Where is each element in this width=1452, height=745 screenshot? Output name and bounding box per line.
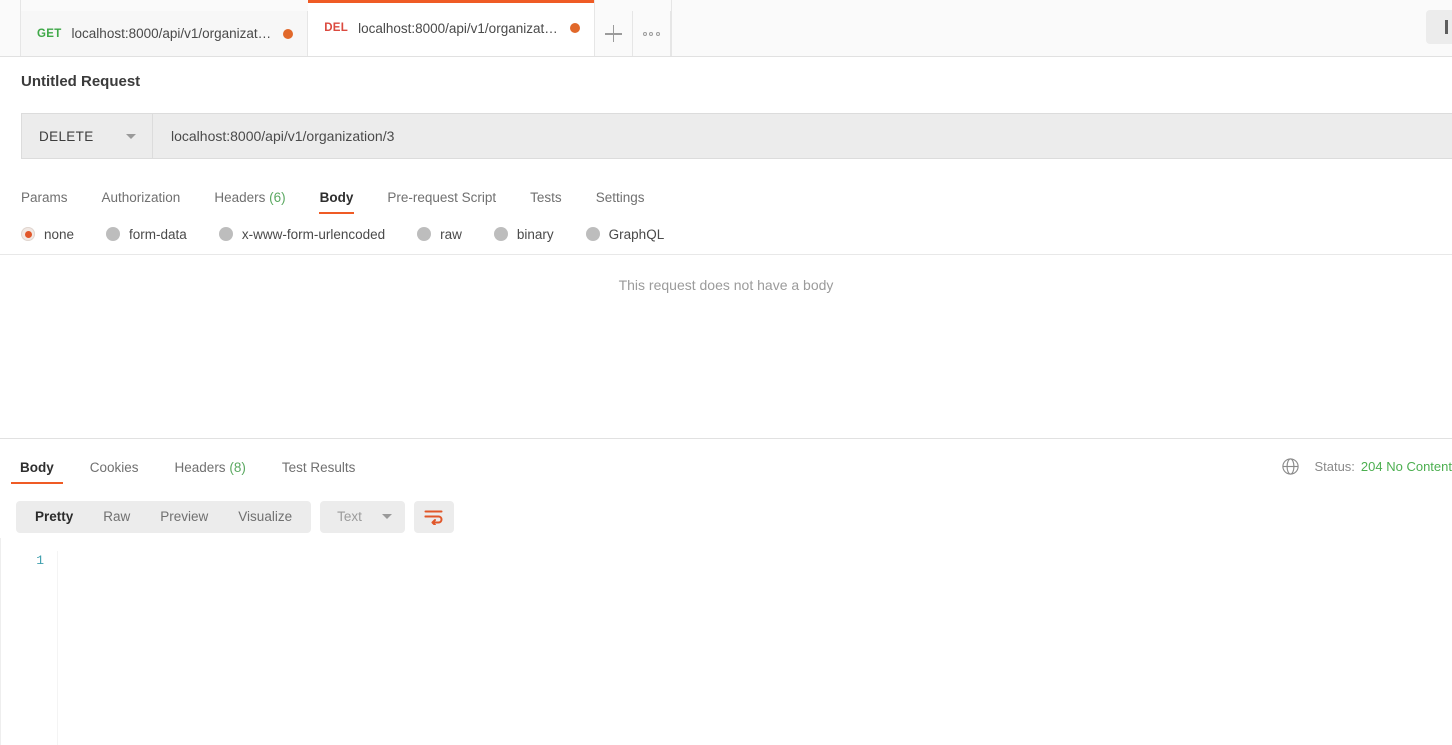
http-method-select[interactable]: DELETE — [22, 114, 153, 158]
line-number: 1 — [36, 553, 44, 568]
body-type-graphql[interactable]: GraphQL — [585, 226, 665, 242]
view-mode-visualize[interactable]: Visualize — [223, 503, 307, 531]
response-tab-body[interactable]: Body — [11, 460, 63, 484]
tab-headers[interactable]: Headers (6) — [214, 190, 285, 214]
tab-label: Body — [20, 460, 54, 475]
request-tab-bar: GET localhost:8000/api/v1/organizat… DEL… — [0, 0, 1452, 57]
tab-body[interactable]: Body — [318, 190, 355, 214]
code-line-number-gutter: 1 — [0, 551, 58, 745]
page-title: Untitled Request — [21, 73, 141, 90]
tab-label: Authorization — [101, 190, 181, 205]
plus-icon — [604, 25, 622, 42]
body-type-binary[interactable]: binary — [493, 226, 554, 242]
request-body-panel: This request does not have a body — [0, 254, 1452, 438]
tab-label: Params — [21, 190, 68, 205]
request-url-input[interactable]: localhost:8000/api/v1/organization/3 — [153, 114, 1452, 158]
response-headers-count-badge: (8) — [229, 460, 246, 475]
response-left-rail — [0, 538, 1, 745]
request-tab-delete[interactable]: DEL localhost:8000/api/v1/organizat… — [308, 0, 595, 56]
panel-toggle-button[interactable] — [1426, 10, 1452, 44]
tab-label: Body — [319, 190, 354, 205]
radio-icon — [417, 227, 432, 241]
unsaved-changes-dot-icon — [283, 28, 294, 39]
tab-params[interactable]: Params — [21, 190, 68, 214]
word-wrap-icon — [424, 510, 443, 525]
body-type-none[interactable]: none — [21, 227, 74, 242]
tab-tests[interactable]: Tests — [530, 190, 562, 214]
empty-body-message: This request does not have a body — [618, 277, 834, 293]
tab-pre-request-script[interactable]: Pre-request Script — [387, 190, 496, 214]
radio-label: none — [44, 226, 75, 242]
chevron-down-icon — [126, 133, 136, 139]
response-view-mode-group: Pretty Raw Preview Visualize — [16, 500, 312, 533]
body-type-form-data[interactable]: form-data — [106, 227, 187, 242]
tab-settings[interactable]: Settings — [596, 190, 645, 214]
tab-label: Tests — [530, 190, 562, 205]
radio-icon — [106, 227, 121, 241]
chevron-down-icon — [381, 514, 392, 519]
unsaved-changes-dot-icon — [569, 23, 580, 33]
response-tab-cookies[interactable]: Cookies — [81, 460, 148, 484]
tab-label: Headers — [174, 460, 226, 475]
response-header: Body Cookies Headers (8) Test Results St… — [0, 439, 1452, 484]
radio-label: form-data — [129, 226, 187, 242]
response-tab-headers[interactable]: Headers (8) — [166, 460, 255, 484]
tab-authorization[interactable]: Authorization — [102, 190, 181, 214]
radio-icon — [585, 227, 600, 241]
radio-icon — [21, 227, 35, 241]
response-tabs: Body Cookies Headers (8) Test Results — [11, 460, 382, 484]
response-format-select[interactable]: Text — [320, 500, 405, 533]
radio-label: binary — [516, 226, 554, 242]
url-bar: DELETE localhost:8000/api/v1/organizatio… — [21, 113, 1452, 159]
tab-url-label: localhost:8000/api/v1/organizat… — [358, 20, 558, 36]
status-badge: Status: 204 No Content — [1314, 459, 1452, 474]
tab-method-label: GET — [37, 27, 62, 40]
tab-label: Headers — [214, 190, 266, 205]
view-mode-raw[interactable]: Raw — [88, 503, 145, 531]
url-bar-container: DELETE localhost:8000/api/v1/organizatio… — [0, 104, 1452, 172]
tab-label: Cookies — [89, 460, 139, 475]
radio-label: x-www-form-urlencoded — [241, 226, 386, 242]
tab-url-label: localhost:8000/api/v1/organizat… — [71, 26, 272, 41]
tab-label: Test Results — [281, 460, 356, 475]
globe-icon[interactable] — [1281, 457, 1300, 476]
http-method-label: DELETE — [39, 128, 94, 144]
postman-app-window: GET localhost:8000/api/v1/organizat… DEL… — [0, 0, 1452, 745]
headers-count-badge: (6) — [269, 190, 286, 205]
tab-label: Pre-request Script — [387, 190, 497, 205]
tab-options-button[interactable] — [632, 11, 671, 56]
status-value: 204 No Content — [1360, 459, 1452, 474]
status-label: Status: — [1314, 459, 1355, 474]
tab-label: Settings — [595, 190, 645, 205]
response-tab-test-results[interactable]: Test Results — [273, 460, 365, 484]
radio-icon — [218, 227, 233, 241]
body-type-raw[interactable]: raw — [417, 227, 462, 242]
response-view-toolbar: Pretty Raw Preview Visualize Text — [0, 484, 1452, 538]
response-status-area: Status: 204 No Content — [1281, 457, 1452, 476]
response-format-label: Text — [337, 509, 362, 524]
response-body-viewer[interactable]: 1 — [0, 538, 1452, 745]
new-tab-button[interactable] — [594, 11, 633, 56]
tab-bar-spacer — [670, 0, 1452, 56]
panel-toggle-icon — [1444, 20, 1448, 34]
word-wrap-toggle-button[interactable] — [413, 500, 454, 533]
tab-bar-left-edge — [0, 0, 21, 56]
radio-label: raw — [440, 226, 462, 242]
view-mode-preview[interactable]: Preview — [145, 503, 223, 531]
request-section-tabs: Params Authorization Headers (6) Body Pr… — [0, 172, 1452, 214]
radio-label: GraphQL — [608, 226, 665, 242]
ellipsis-icon — [642, 31, 660, 36]
tab-method-label: DEL — [324, 22, 349, 34]
request-tab-get[interactable]: GET localhost:8000/api/v1/organizat… — [21, 11, 309, 56]
request-title-row: Untitled Request — [0, 57, 1452, 104]
body-type-radio-group: none form-data x-www-form-urlencoded raw… — [0, 214, 1452, 254]
view-mode-pretty[interactable]: Pretty — [20, 503, 88, 531]
response-code-content[interactable] — [58, 551, 1452, 745]
radio-icon — [493, 227, 508, 241]
body-type-x-www-form-urlencoded[interactable]: x-www-form-urlencoded — [218, 226, 386, 242]
